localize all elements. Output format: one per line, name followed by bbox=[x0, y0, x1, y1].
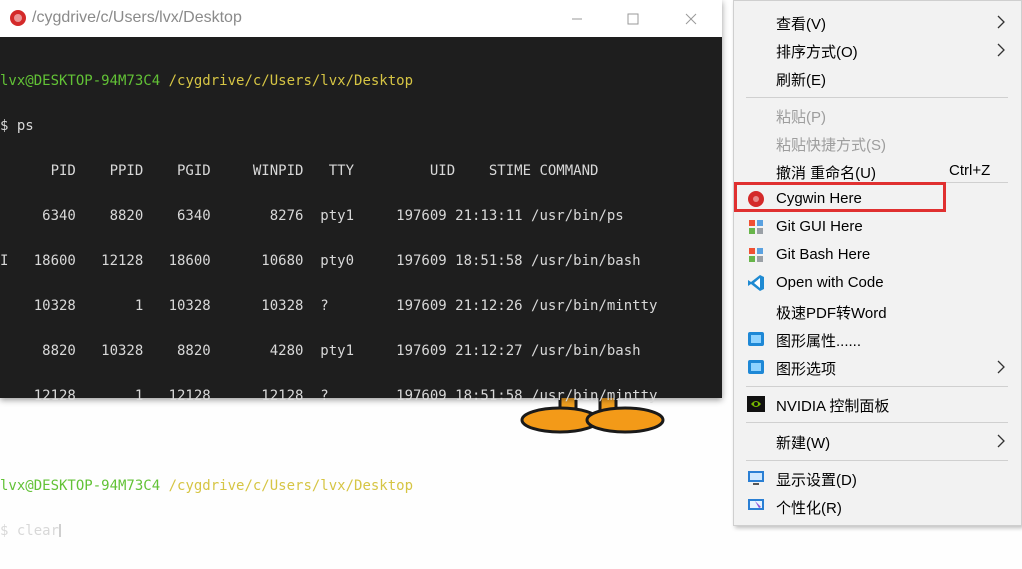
intel-graphics-icon bbox=[748, 332, 764, 346]
intel-graphics-icon bbox=[748, 360, 764, 374]
menu-item-paste-shortcut: 粘贴快捷方式(S) bbox=[734, 129, 1021, 157]
command-line[interactable]: $ clear bbox=[0, 524, 722, 539]
prompt-path: /cygdrive/c/Users/lvx/Desktop bbox=[168, 73, 414, 89]
context-menu: 查看(V) 排序方式(O) 刷新(E) 粘贴(P) 粘贴快捷方式(S) 撤消 重… bbox=[733, 0, 1022, 526]
ps-row: 10328 1 10328 10328 ? 197609 21:12:26 /u… bbox=[0, 298, 658, 314]
menu-item-nvidia-control-panel[interactable]: NVIDIA 控制面板 bbox=[734, 390, 1021, 418]
display-settings-icon bbox=[748, 471, 764, 485]
menu-item-shortcut: Ctrl+Z bbox=[949, 162, 991, 179]
menu-item-paste: 粘贴(P) bbox=[734, 101, 1021, 129]
menu-item-new[interactable]: 新建(W) bbox=[734, 427, 1021, 455]
menu-item-label: 个性化(R) bbox=[776, 500, 842, 517]
chevron-right-icon bbox=[997, 360, 1005, 374]
menu-item-label: NVIDIA 控制面板 bbox=[776, 398, 890, 415]
menu-item-label: 撤消 重命名(U) bbox=[776, 165, 876, 182]
menu-item-label: Git Bash Here bbox=[776, 246, 871, 263]
ps-row: 12128 1 12128 12128 ? 197609 18:51:58 /u… bbox=[0, 388, 658, 404]
git-icon bbox=[749, 220, 763, 234]
close-button[interactable] bbox=[668, 0, 714, 37]
menu-item-graphics-options[interactable]: 图形选项 bbox=[734, 353, 1021, 381]
menu-item-display-settings[interactable]: 显示设置(D) bbox=[734, 464, 1021, 492]
menu-separator bbox=[746, 386, 1008, 387]
menu-separator bbox=[746, 97, 1008, 98]
menu-item-label: 粘贴(P) bbox=[776, 109, 826, 126]
menu-item-label: Open with Code bbox=[776, 274, 884, 291]
ps-row: 6340 8820 6340 8276 pty1 197609 21:13:11… bbox=[0, 208, 624, 224]
menu-item-pdf-to-word[interactable]: 极速PDF转Word bbox=[734, 297, 1021, 325]
prompt-user: lvx@DESKTOP-94M73C4 bbox=[0, 478, 161, 494]
minimize-button[interactable] bbox=[554, 0, 600, 37]
nvidia-icon bbox=[747, 396, 765, 412]
close-icon bbox=[685, 13, 697, 24]
text-cursor bbox=[59, 524, 62, 537]
ps-header-line: PID PPID PGID WINPID TTY UID STIME COMMA… bbox=[0, 163, 599, 179]
minimize-icon bbox=[572, 18, 582, 19]
git-icon bbox=[749, 248, 763, 262]
maximize-icon bbox=[627, 13, 639, 24]
menu-item-personalize[interactable]: 个性化(R) bbox=[734, 492, 1021, 520]
menu-item-label: 图形属性...... bbox=[776, 333, 862, 350]
menu-item-label: 显示设置(D) bbox=[776, 472, 857, 489]
highlight-box bbox=[734, 182, 946, 212]
prompt-line: lvx@DESKTOP-94M73C4 /cygdrive/c/Users/lv… bbox=[0, 74, 722, 89]
menu-item-undo-rename[interactable]: 撤消 重命名(U) Ctrl+Z bbox=[734, 157, 1021, 185]
maximize-button[interactable] bbox=[610, 0, 656, 37]
menu-item-git-gui-here[interactable]: Git GUI Here bbox=[734, 213, 1021, 241]
terminal-window[interactable]: /cygdrive/c/Users/lvx/Desktop lvx@DESKTO… bbox=[0, 0, 722, 539]
chevron-right-icon bbox=[997, 43, 1005, 57]
cygwin-icon bbox=[10, 10, 26, 26]
prompt-line: lvx@DESKTOP-94M73C4 /cygdrive/c/Users/lv… bbox=[0, 479, 722, 494]
terminal-title: /cygdrive/c/Users/lvx/Desktop bbox=[32, 9, 242, 26]
menu-item-refresh[interactable]: 刷新(E) bbox=[734, 64, 1021, 92]
prompt-user: lvx@DESKTOP-94M73C4 bbox=[0, 73, 161, 89]
ps-row: I 18600 12128 18600 10680 pty0 197609 18… bbox=[0, 253, 641, 269]
chevron-right-icon bbox=[997, 15, 1005, 29]
menu-item-sort[interactable]: 排序方式(O) bbox=[734, 36, 1021, 64]
menu-item-label: 排序方式(O) bbox=[776, 44, 858, 61]
vscode-icon bbox=[748, 275, 764, 291]
menu-separator bbox=[746, 422, 1008, 423]
command-text: $ clear bbox=[0, 523, 60, 539]
menu-item-label: Git GUI Here bbox=[776, 218, 863, 235]
ps-row: 8820 10328 8820 4280 pty1 197609 21:12:2… bbox=[0, 343, 641, 359]
terminal-output[interactable]: lvx@DESKTOP-94M73C4 /cygdrive/c/Users/lv… bbox=[0, 44, 722, 569]
menu-item-git-bash-here[interactable]: Git Bash Here bbox=[734, 241, 1021, 269]
menu-item-label: 新建(W) bbox=[776, 435, 831, 452]
chevron-right-icon bbox=[997, 434, 1005, 448]
menu-item-label: 粘贴快捷方式(S) bbox=[776, 137, 886, 154]
menu-item-label: 查看(V) bbox=[776, 16, 826, 33]
menu-separator bbox=[746, 460, 1008, 461]
menu-item-label: 极速PDF转Word bbox=[776, 305, 887, 322]
prompt-path: /cygdrive/c/Users/lvx/Desktop bbox=[168, 478, 414, 494]
terminal-titlebar[interactable]: /cygdrive/c/Users/lvx/Desktop bbox=[0, 0, 722, 37]
personalize-icon bbox=[748, 499, 764, 510]
menu-item-graphics-properties[interactable]: 图形属性...... bbox=[734, 325, 1021, 353]
menu-item-label: 刷新(E) bbox=[776, 72, 826, 89]
command-line: $ ps bbox=[0, 118, 34, 134]
menu-item-view[interactable]: 查看(V) bbox=[734, 8, 1021, 36]
menu-item-label: 图形选项 bbox=[776, 361, 837, 378]
menu-item-open-with-code[interactable]: Open with Code bbox=[734, 269, 1021, 297]
